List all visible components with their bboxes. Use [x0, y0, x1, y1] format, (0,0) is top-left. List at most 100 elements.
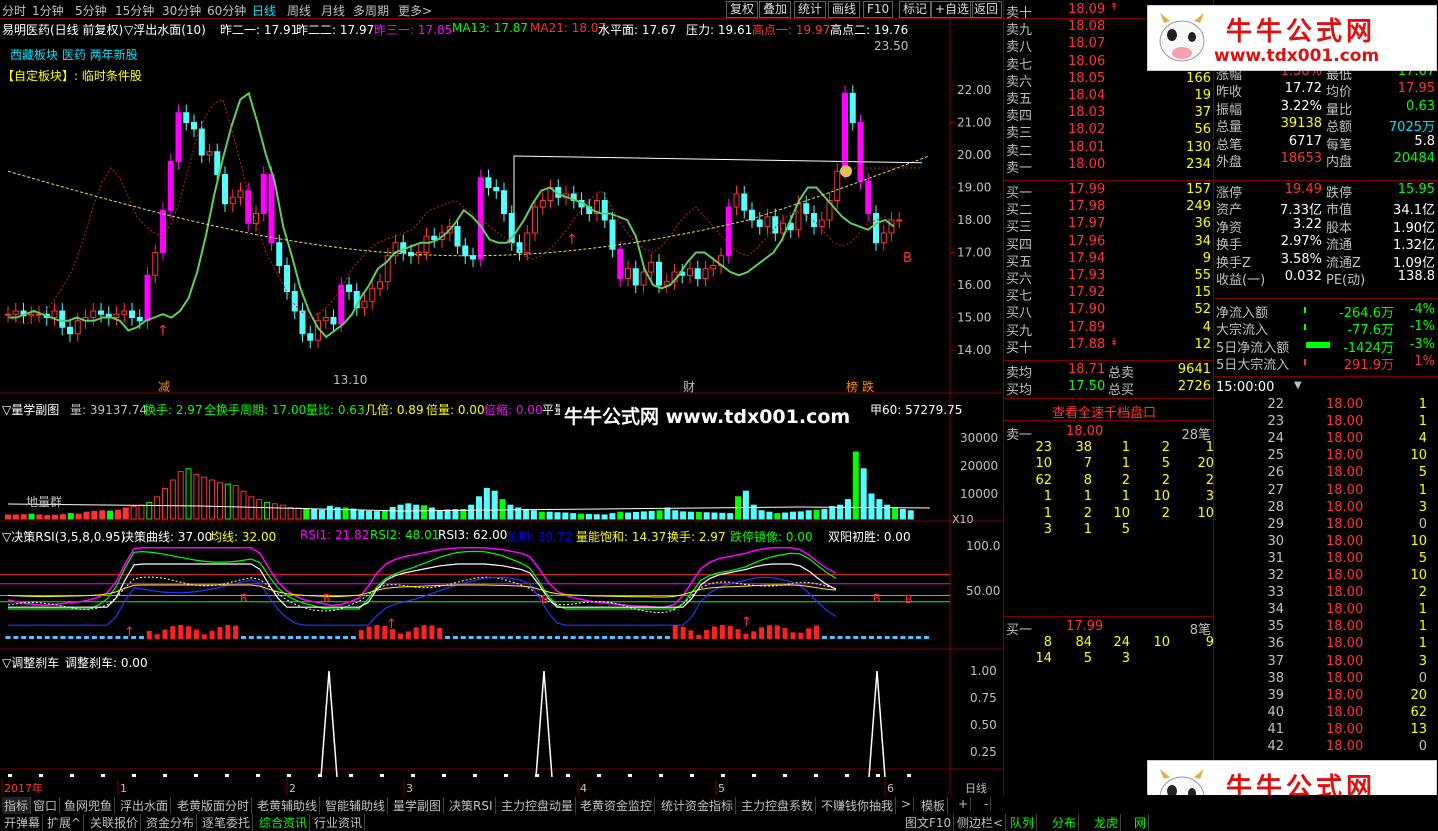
watermark-title: 牛牛公式网: [1226, 17, 1377, 47]
indicator-tab[interactable]: >: [899, 797, 915, 811]
rsi-energy-bar: [704, 630, 710, 639]
rsi-indicator-name[interactable]: ▽决策RSI(3,5,8,0.95): [2, 528, 125, 545]
bottom-tab[interactable]: 资金分布: [144, 814, 198, 831]
indicator-tab[interactable]: 窗口: [31, 797, 61, 814]
side-tab[interactable]: 龙虎: [1092, 814, 1122, 831]
side-tab[interactable]: 侧边栏<: [955, 814, 1007, 831]
divider: [1214, 298, 1438, 299]
rsi-energy-bar: [162, 629, 168, 639]
candle-body: [694, 268, 701, 279]
period-tab[interactable]: 月线: [321, 2, 345, 19]
rsi-energy-bar: [641, 636, 647, 639]
period-tab[interactable]: 周线: [287, 2, 311, 19]
toolbar-button[interactable]: F10: [863, 1, 894, 18]
side-tab[interactable]: 网: [1132, 814, 1150, 831]
period-tab[interactable]: 1分钟: [32, 2, 64, 19]
period-tab[interactable]: 15分钟: [115, 2, 154, 19]
stat-label: 昨收: [1216, 85, 1243, 101]
date-axis-label: 4: [580, 782, 587, 795]
custom-block[interactable]: 【自定板块】: 临时条件股: [2, 67, 142, 84]
volume-bar: [397, 504, 404, 520]
volume-bar: [311, 508, 318, 520]
candle-body: [849, 92, 856, 123]
indicator-tab[interactable]: 统计资金指标: [659, 797, 737, 814]
volume-bar: [154, 496, 161, 520]
sell-price: 18.01: [1068, 139, 1106, 155]
period-tab[interactable]: 更多>: [398, 2, 432, 19]
toolbar-button[interactable]: +自选: [931, 1, 974, 18]
toolbar-button[interactable]: 标记: [899, 1, 932, 18]
buy-level-label: 买五: [1006, 254, 1033, 270]
bottom-tab[interactable]: 关联报价: [88, 814, 142, 831]
divider: [1004, 398, 1214, 399]
toolbar-button[interactable]: 统计: [794, 1, 827, 18]
l2-order: 38: [1075, 440, 1092, 455]
bottom-tab[interactable]: 行业资讯: [312, 814, 366, 831]
volume-bar: [83, 511, 90, 520]
side-tab[interactable]: 图文F10: [903, 814, 955, 831]
brake-header[interactable]: ▽调整刹车: [2, 654, 59, 671]
volume-bar: [287, 506, 294, 520]
sell-level-label: 卖七: [1006, 57, 1033, 73]
indicator-tab[interactable]: 鱼网兜鱼: [62, 797, 116, 814]
indicator-tab[interactable]: 老黄资金监控: [578, 797, 656, 814]
toolbar-button[interactable]: 复权: [726, 1, 759, 18]
rsi-energy-bar: [531, 636, 537, 639]
side-tab[interactable]: 分布: [1050, 814, 1080, 831]
tick-price: 18.00: [1326, 653, 1364, 669]
toolbar-button[interactable]: 叠加: [759, 1, 792, 18]
tick-time: 22: [1267, 397, 1284, 412]
indicator-tab[interactable]: -: [982, 797, 992, 811]
volume-bar: [774, 513, 781, 520]
indicator-tab[interactable]: 模板: [919, 797, 949, 814]
indicator-name[interactable]: ▽浮出水面(10): [124, 21, 206, 38]
indicator-tab[interactable]: 老黄版面分时: [175, 797, 253, 814]
side-tab[interactable]: 队列: [1008, 814, 1038, 831]
rsi-energy-bar: [5, 636, 11, 639]
indicator-tab[interactable]: 浮出水面: [118, 797, 172, 814]
bottom-tab[interactable]: 开弹幕: [2, 814, 44, 831]
indicator-tab[interactable]: 主力控盘系数: [739, 797, 817, 814]
bottom-tab[interactable]: 扩展^: [45, 814, 85, 831]
candle-body: [873, 213, 879, 244]
rsi-energy-bar: [507, 636, 513, 639]
candle-body: [431, 235, 438, 240]
indicator-tab[interactable]: 不赚钱你抽我: [819, 797, 897, 814]
candle-body: [28, 313, 35, 317]
rsi-axis-label: 100.0: [966, 539, 1000, 553]
volume-bar: [209, 479, 216, 520]
period-tab[interactable]: 分时: [2, 2, 26, 19]
l2-order: 1: [1083, 489, 1092, 505]
volume-bar: [216, 482, 223, 520]
tick-time: 40: [1267, 704, 1284, 720]
indicator-tab[interactable]: +: [956, 797, 972, 811]
arrow-icon: ↟: [1110, 2, 1119, 13]
indicator-tab[interactable]: 指标: [2, 797, 32, 814]
buy-level-label: 买四: [1006, 237, 1033, 253]
stat-value: 34.1亿: [1393, 203, 1435, 219]
period-tab[interactable]: 5分钟: [75, 2, 107, 19]
period-tab[interactable]: 日线: [252, 2, 276, 19]
price-axis-label: 17.00: [957, 246, 991, 260]
avg-price: 17.50: [1068, 379, 1106, 395]
volume-indicator-name[interactable]: ▽量学副图: [2, 401, 59, 418]
indicator-tab[interactable]: 老黄辅助线: [255, 797, 321, 814]
indicator-tab[interactable]: 量学副图: [391, 797, 445, 814]
buy-price: 17.93: [1068, 268, 1106, 283]
full-depth-link[interactable]: 查看全速千档盘口: [1052, 402, 1156, 421]
period-tab[interactable]: 多周期: [353, 2, 389, 19]
period-tab[interactable]: 30分钟: [162, 2, 201, 19]
toolbar-button[interactable]: 返回: [970, 1, 1003, 18]
buy-volume: 249: [1186, 199, 1211, 215]
l2-order: 2: [1161, 440, 1170, 455]
indicator-tab[interactable]: 决策RSI: [447, 797, 496, 814]
toolbar-button[interactable]: 画线: [828, 1, 861, 18]
buy-volume: 52: [1194, 302, 1211, 318]
indicator-tab[interactable]: 智能辅助线: [323, 797, 389, 814]
rsi-energy-bar: [21, 636, 27, 639]
indicator-tab[interactable]: 主力控盘动量: [499, 797, 577, 814]
bottom-tab[interactable]: 逐笔委托: [200, 814, 254, 831]
period-tab[interactable]: 60分钟: [207, 2, 246, 19]
bottom-tab[interactable]: 综合资讯: [257, 814, 311, 831]
brake-dot: [225, 774, 229, 777]
